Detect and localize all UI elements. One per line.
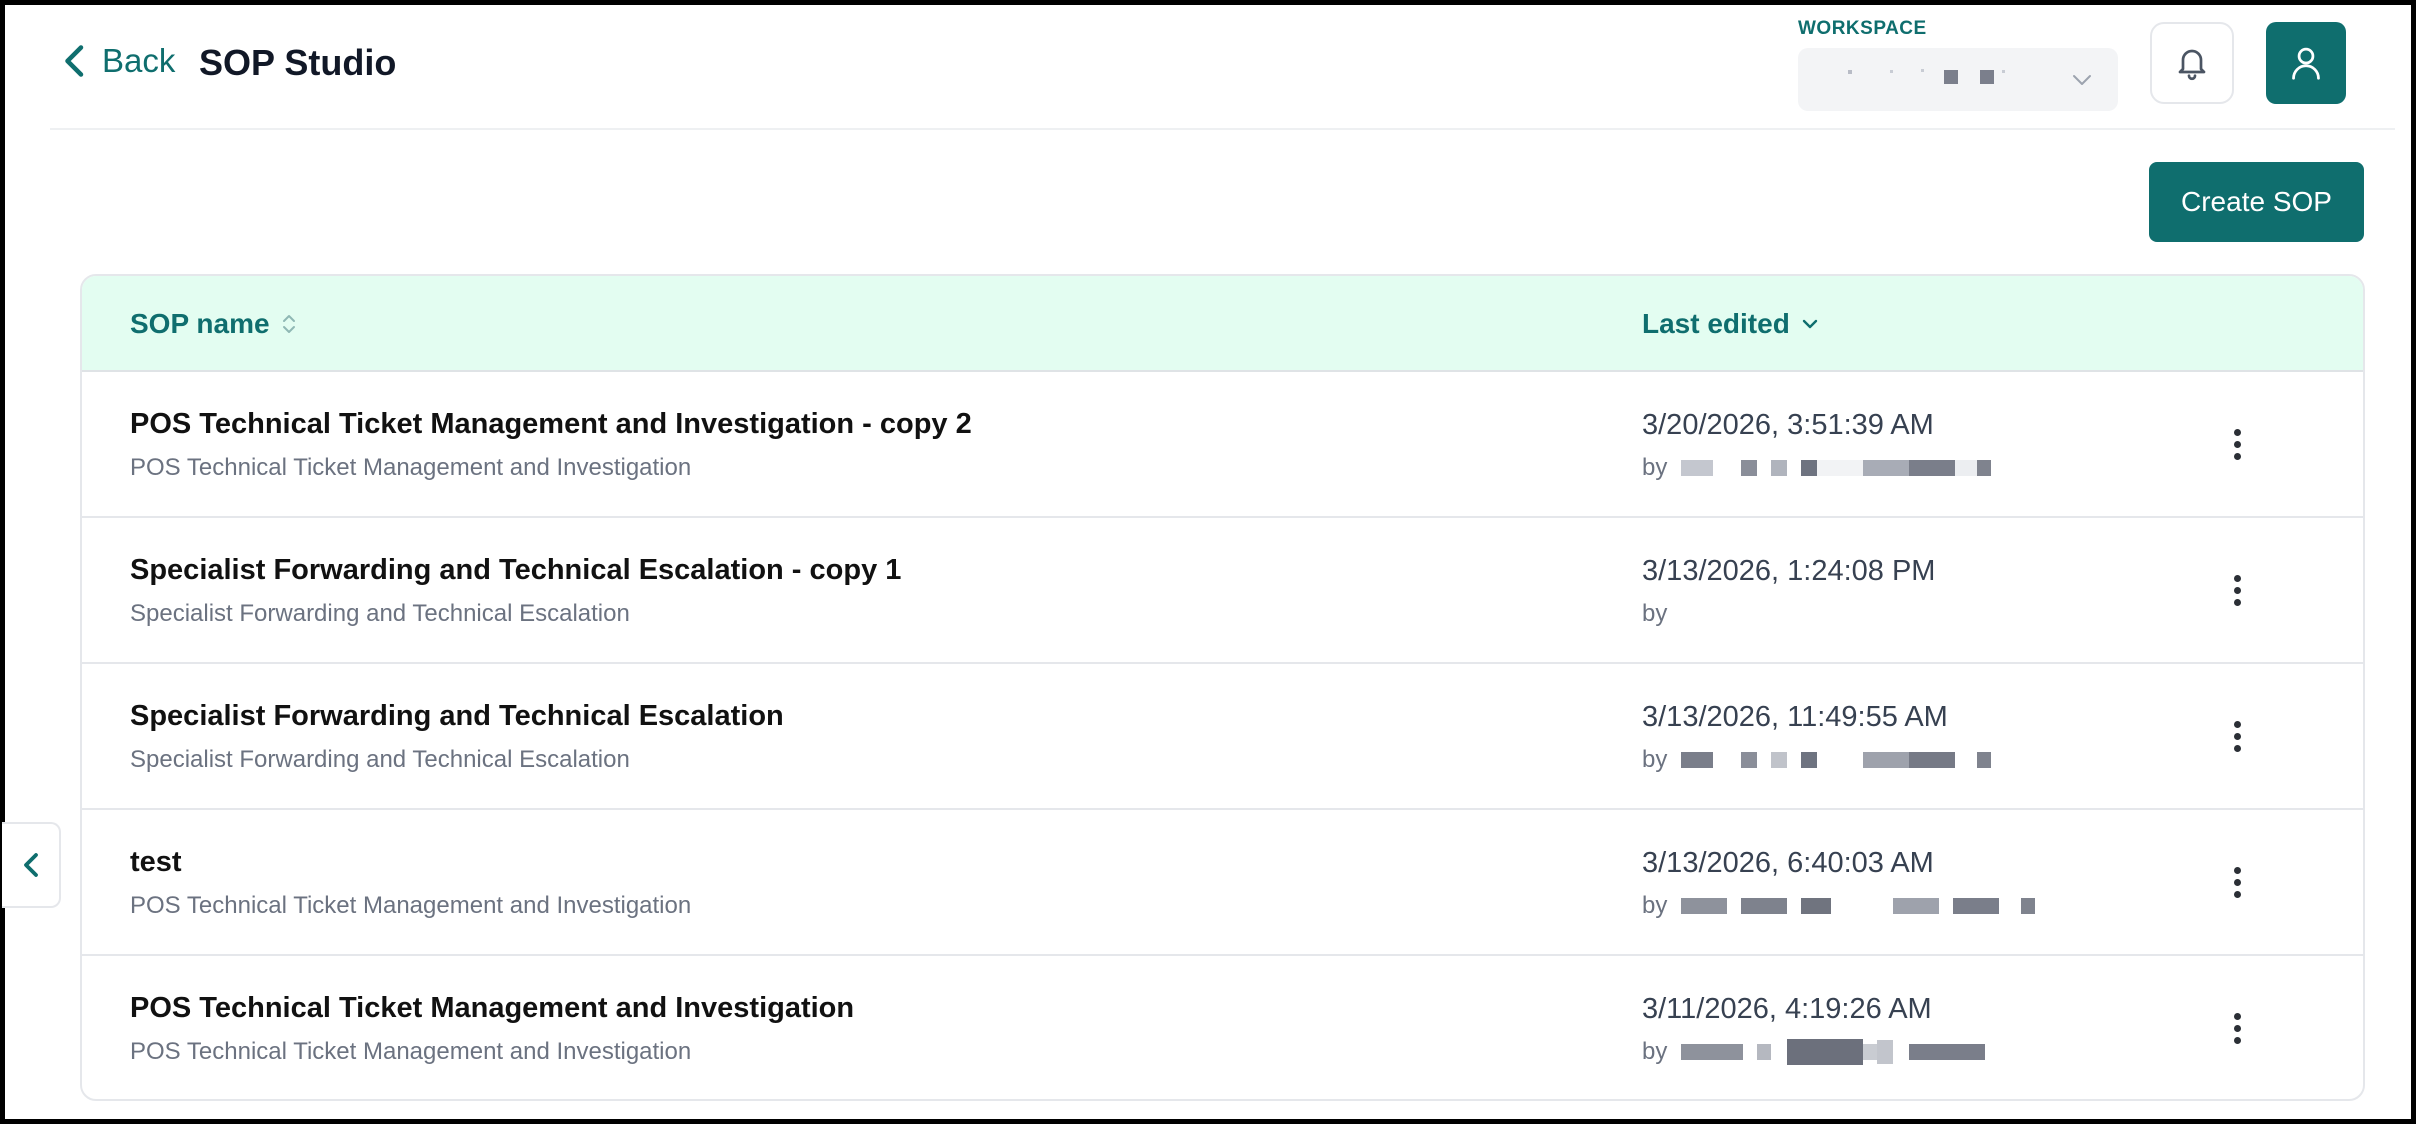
edited-by: by	[1642, 454, 1992, 482]
sop-subtitle: Specialist Forwarding and Technical Esca…	[130, 746, 630, 773]
sop-title: Specialist Forwarding and Technical Esca…	[130, 700, 784, 732]
sort-desc-icon	[1802, 319, 1818, 329]
workspace-value-redacted	[1848, 68, 2005, 84]
more-vertical-icon	[2233, 720, 2241, 728]
row-menu-button[interactable]	[2217, 570, 2257, 610]
back-button[interactable]: Back	[60, 42, 175, 80]
edited-by: by	[1642, 746, 1992, 774]
column-header-sop-name[interactable]: SOP name	[130, 308, 298, 340]
user-menu-button[interactable]	[2266, 22, 2346, 104]
table-header: SOP name Last edited	[82, 276, 2363, 372]
last-edited-date: 3/13/2026, 11:49:55 AM	[1642, 701, 1948, 733]
chevron-left-icon	[65, 45, 84, 77]
more-vertical-icon	[2233, 428, 2241, 436]
redacted-author	[1681, 1039, 1986, 1065]
bell-icon	[2178, 49, 2206, 81]
table-row[interactable]: POS Technical Ticket Management and Inve…	[82, 372, 2363, 518]
sop-subtitle: POS Technical Ticket Management and Inve…	[130, 892, 692, 919]
notifications-button[interactable]	[2150, 22, 2234, 104]
sop-table: SOP name Last edited POS Technical Ticke…	[80, 274, 2365, 1101]
sop-subtitle: POS Technical Ticket Management and Inve…	[130, 1038, 692, 1065]
edited-by-label: by	[1642, 454, 1668, 481]
row-menu-button[interactable]	[2217, 1008, 2257, 1048]
workspace-select[interactable]	[1798, 48, 2118, 111]
edited-by: by	[1642, 892, 2036, 920]
user-icon	[2292, 47, 2320, 80]
redacted-author	[1681, 460, 1992, 476]
last-edited-date: 3/13/2026, 6:40:03 AM	[1642, 847, 1934, 879]
redacted-author	[1681, 752, 1992, 768]
row-menu-button[interactable]	[2217, 716, 2257, 756]
edited-by-label: by	[1642, 892, 1668, 919]
table-row[interactable]: test POS Technical Ticket Management and…	[82, 810, 2363, 956]
workspace-label: WORKSPACE	[1798, 18, 1927, 39]
page-title: SOP Studio	[199, 42, 397, 83]
sop-subtitle: Specialist Forwarding and Technical Esca…	[130, 600, 630, 627]
sop-title: POS Technical Ticket Management and Inve…	[130, 992, 855, 1024]
edited-by-label: by	[1642, 1038, 1668, 1065]
last-edited-date: 3/11/2026, 4:19:26 AM	[1642, 993, 1932, 1025]
sort-icon	[282, 315, 295, 333]
last-edited-date: 3/13/2026, 1:24:08 PM	[1642, 555, 1936, 587]
redacted-author	[1681, 898, 2036, 914]
more-vertical-icon	[2233, 574, 2241, 582]
create-sop-button[interactable]: Create SOP	[2149, 162, 2364, 242]
table-row[interactable]: POS Technical Ticket Management and Inve…	[82, 956, 2363, 1099]
sop-title: test	[130, 846, 182, 878]
edited-by: by	[1642, 1038, 1986, 1066]
sidebar-collapse-toggle[interactable]	[2, 822, 61, 908]
edited-by-label: by	[1642, 600, 1668, 627]
sop-title: POS Technical Ticket Management and Inve…	[130, 408, 972, 440]
more-vertical-icon	[2233, 866, 2241, 874]
chevron-left-icon	[23, 853, 38, 877]
last-edited-date: 3/20/2026, 3:51:39 AM	[1642, 409, 1934, 441]
row-menu-button[interactable]	[2217, 424, 2257, 464]
column-header-label: Last edited	[1642, 308, 1790, 339]
more-vertical-icon	[2233, 1012, 2241, 1020]
column-header-label: SOP name	[130, 308, 270, 339]
table-row[interactable]: Specialist Forwarding and Technical Esca…	[82, 518, 2363, 664]
sop-title: Specialist Forwarding and Technical Esca…	[130, 554, 902, 586]
back-label: Back	[102, 42, 176, 79]
row-menu-button[interactable]	[2217, 862, 2257, 902]
table-row[interactable]: Specialist Forwarding and Technical Esca…	[82, 664, 2363, 810]
edited-by-label: by	[1642, 746, 1668, 773]
chevron-down-icon	[2073, 75, 2091, 85]
sop-subtitle: POS Technical Ticket Management and Inve…	[130, 454, 692, 481]
column-header-last-edited[interactable]: Last edited	[1642, 308, 1820, 340]
edited-by: by	[1642, 600, 1667, 628]
